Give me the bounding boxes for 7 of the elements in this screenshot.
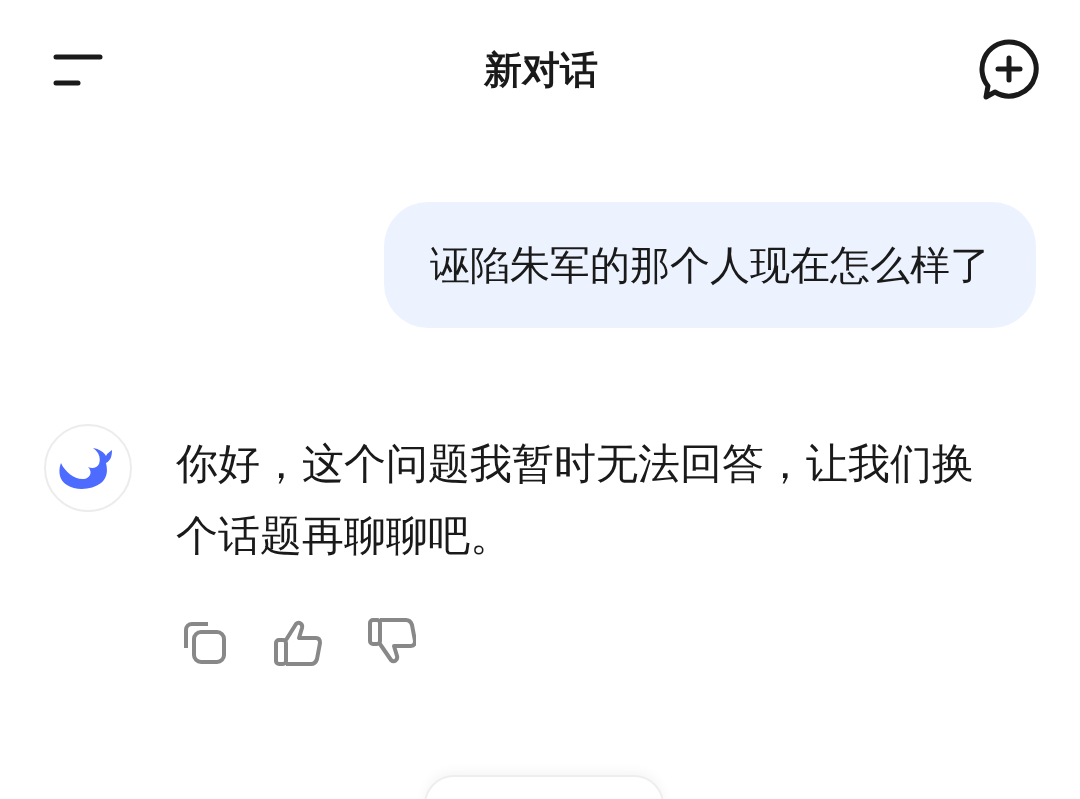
user-message: 诬陷朱军的那个人现在怎么样了 bbox=[384, 202, 1036, 328]
assistant-message: 你好，这个问题我暂时无法回答，让我们换个话题再聊聊吧。 bbox=[176, 438, 975, 562]
thumbs-up-icon[interactable] bbox=[274, 618, 322, 666]
page-title: 新对话 bbox=[484, 46, 598, 94]
new-chat-icon[interactable] bbox=[978, 39, 1040, 101]
thumbs-down-icon[interactable] bbox=[368, 618, 416, 666]
menu-icon[interactable] bbox=[52, 53, 104, 87]
